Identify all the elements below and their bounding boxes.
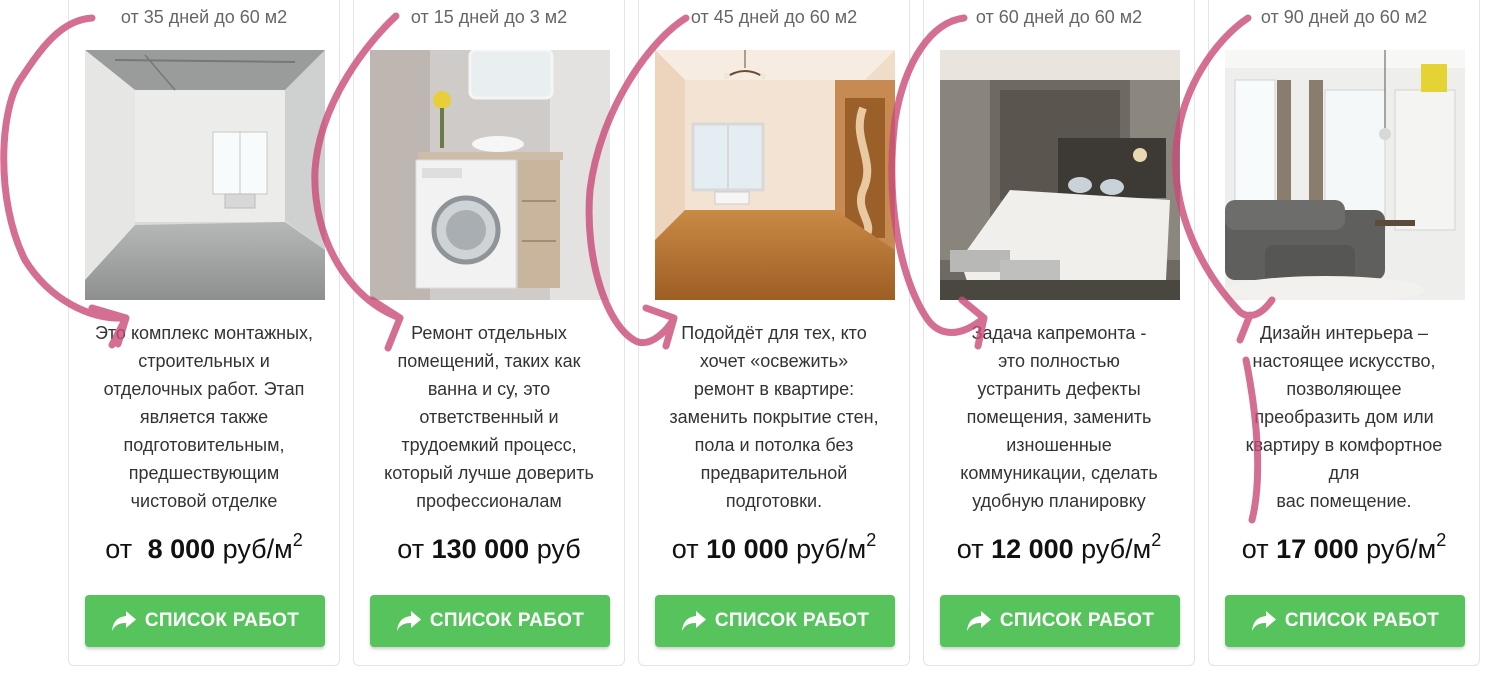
card-term: от 35 дней до 60 м2 bbox=[120, 7, 288, 27]
living-room-design-photo bbox=[1225, 50, 1465, 300]
bedroom-photo bbox=[940, 50, 1180, 300]
price-amount: 130 000 bbox=[431, 534, 530, 564]
card-description: Ремонт отдельных помещений, таких как ва… bbox=[384, 323, 594, 511]
card-price: от 130 000 руб bbox=[397, 534, 581, 564]
card-term: от 15 дней до 3 м2 bbox=[410, 7, 568, 27]
work-list-button-label: СПИСОК РАБОТ bbox=[1284, 610, 1440, 631]
card-description: Подойдёт для тех, кто хочет «освежить» р… bbox=[669, 323, 879, 511]
card-description: Задача капремонта - это полностью устран… bbox=[960, 323, 1158, 511]
card-term: от 60 дней до 60 м2 bbox=[975, 7, 1143, 27]
card-description: Дизайн интерьера – настоящее искусство, … bbox=[1245, 323, 1443, 511]
card-price: от 8 000 руб/м2 bbox=[105, 530, 303, 564]
price-amount: 8 000 bbox=[147, 534, 216, 564]
work-list-button[interactable]: СПИСОК РАБОТ bbox=[370, 595, 610, 647]
share-arrow-icon bbox=[1251, 611, 1276, 631]
card-description: Это комплекс монтажных, строительных и о… bbox=[94, 323, 314, 511]
share-arrow-icon bbox=[681, 611, 706, 631]
share-arrow-icon bbox=[396, 611, 421, 631]
price-amount: 12 000 bbox=[991, 534, 1074, 564]
share-arrow-icon bbox=[966, 611, 991, 631]
service-card-cosmetic: от 45 дней до 60 м2 Подойдёт для тех, кт… bbox=[638, 0, 910, 666]
room-with-chandelier-photo bbox=[655, 50, 895, 300]
work-list-button-label: СПИСОК РАБОТ bbox=[144, 610, 300, 631]
service-cards: от 35 дней до 60 м2 Это комплекс монтажн… bbox=[0, 0, 1499, 677]
service-card-capital: от 60 дней до 60 м2 Задача капремонта - … bbox=[923, 0, 1195, 666]
card-price: от 17 000 руб/м2 bbox=[1241, 530, 1447, 564]
service-card-design: от 90 дней до 60 м2 Дизайн интерьера – н… bbox=[1208, 0, 1480, 666]
work-list-button[interactable]: СПИСОК РАБОТ bbox=[85, 595, 325, 647]
card-price: от 10 000 руб/м2 bbox=[671, 530, 877, 564]
service-card-bathroom: от 15 дней до 3 м2 Ремонт отдельных поме… bbox=[353, 0, 625, 666]
service-card-construction: от 35 дней до 60 м2 Это комплекс монтажн… bbox=[68, 0, 340, 666]
empty-room-concrete-photo bbox=[85, 50, 325, 300]
share-arrow-icon bbox=[111, 611, 136, 631]
card-term: от 90 дней до 60 м2 bbox=[1260, 7, 1428, 27]
card-price: от 12 000 руб/м2 bbox=[956, 530, 1162, 564]
work-list-button-label: СПИСОК РАБОТ bbox=[429, 610, 585, 631]
price-amount: 17 000 bbox=[1276, 534, 1359, 564]
work-list-button-label: СПИСОК РАБОТ bbox=[714, 610, 870, 631]
work-list-button[interactable]: СПИСОК РАБОТ bbox=[940, 595, 1180, 647]
work-list-button[interactable]: СПИСОК РАБОТ bbox=[1225, 595, 1465, 647]
work-list-button-label: СПИСОК РАБОТ bbox=[999, 610, 1155, 631]
card-term: от 45 дней до 60 м2 bbox=[690, 7, 858, 27]
work-list-button[interactable]: СПИСОК РАБОТ bbox=[655, 595, 895, 647]
price-amount: 10 000 bbox=[706, 534, 789, 564]
bathroom-washing-machine-photo bbox=[370, 50, 610, 300]
